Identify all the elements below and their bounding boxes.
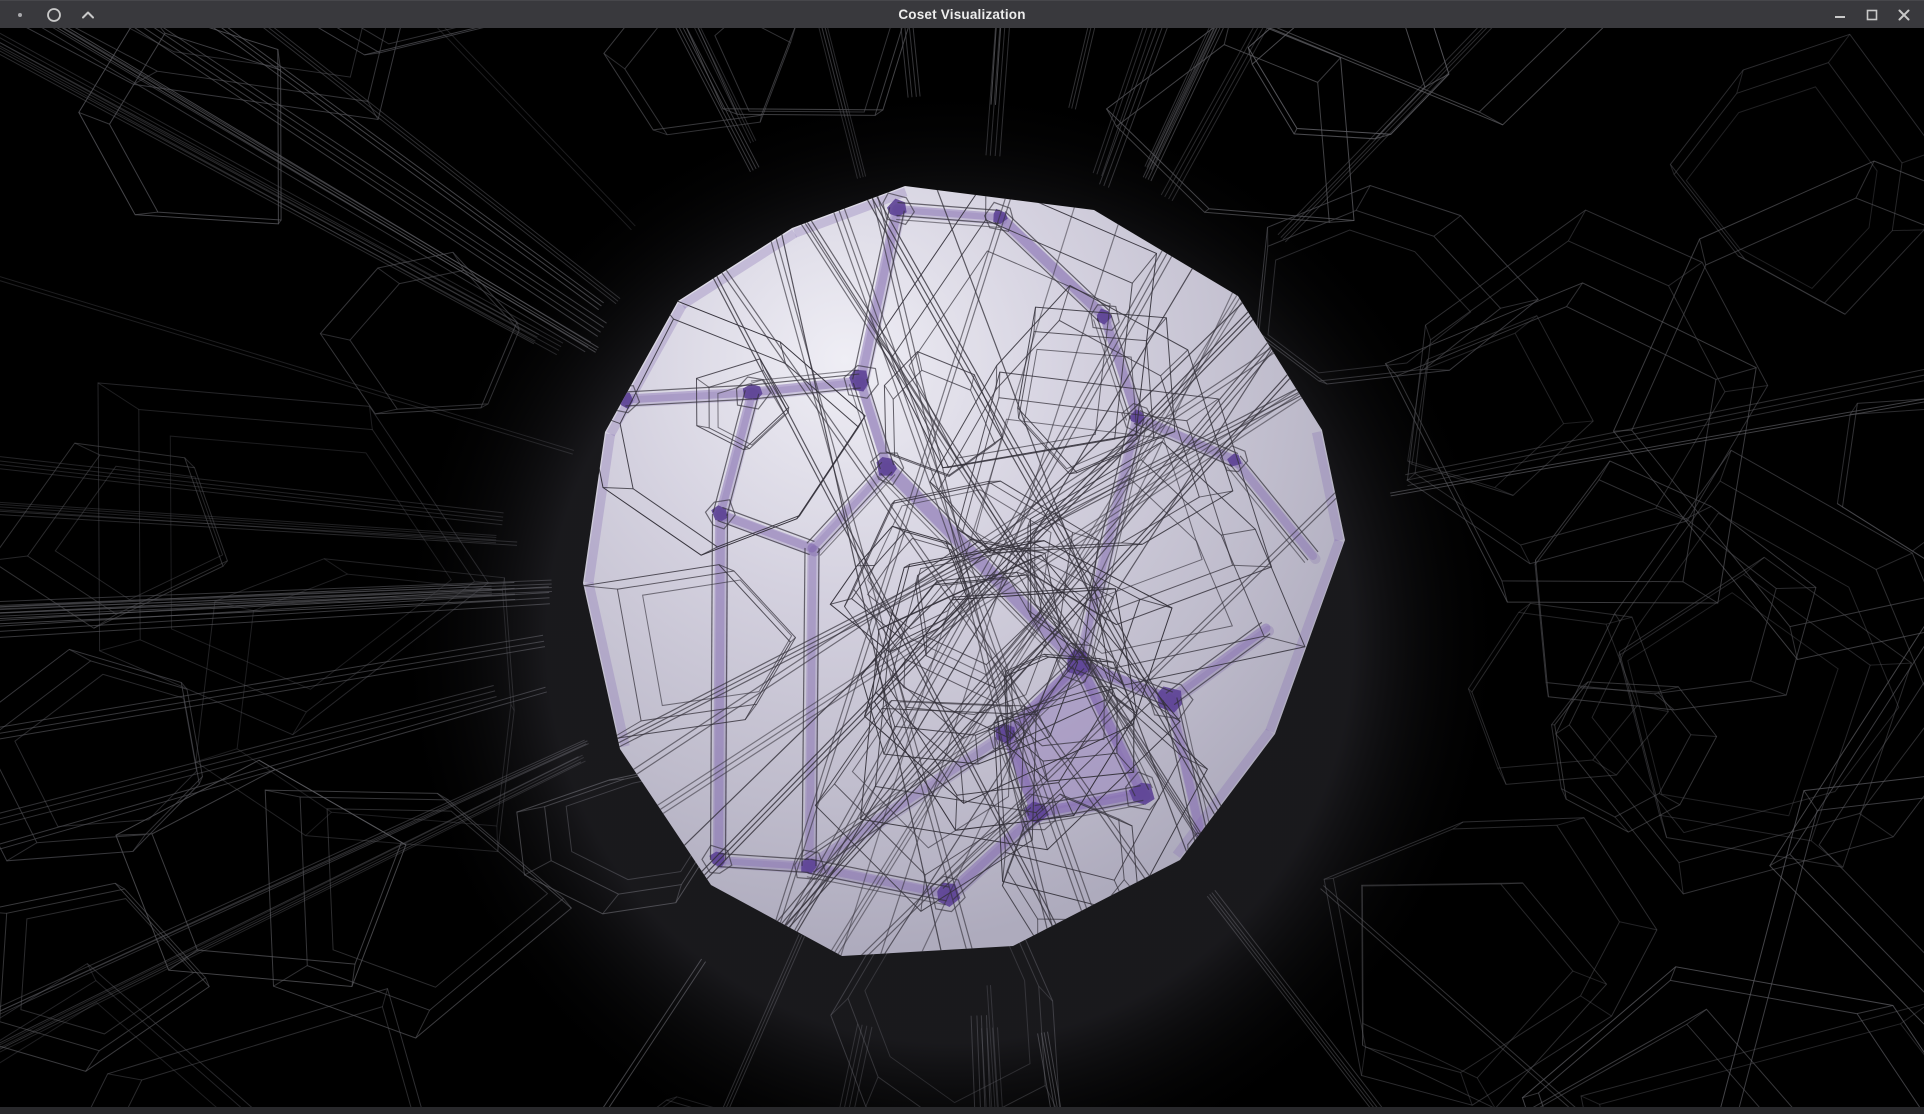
viewport-3d[interactable] bbox=[0, 28, 1924, 1114]
chevron-up-icon[interactable] bbox=[80, 7, 96, 23]
dot-indicator-icon bbox=[12, 7, 28, 23]
titlebar: Coset Visualization bbox=[0, 0, 1924, 28]
maximize-button[interactable] bbox=[1864, 7, 1880, 23]
titlebar-left-icons bbox=[0, 7, 96, 23]
minimize-button[interactable] bbox=[1832, 7, 1848, 23]
window-title: Coset Visualization bbox=[0, 1, 1924, 29]
circle-icon[interactable] bbox=[46, 7, 62, 23]
close-button[interactable] bbox=[1896, 7, 1912, 23]
window-coset-visualization: Coset Visualization bbox=[0, 0, 1924, 1114]
window-bottom-border bbox=[0, 1107, 1924, 1114]
window-controls bbox=[1832, 7, 1924, 23]
